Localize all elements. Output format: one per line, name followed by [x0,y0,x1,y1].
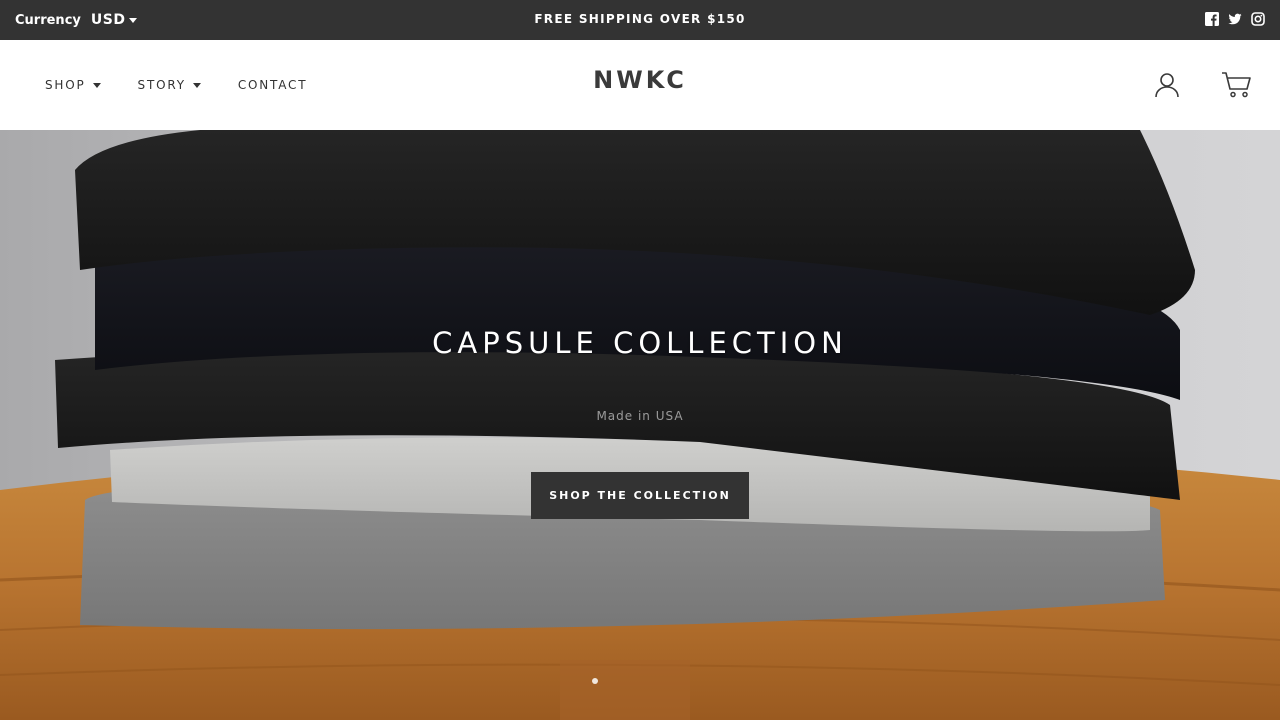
hero-image [0,130,1280,720]
hero-slideshow: CAPSULE COLLECTION Made in USA SHOP THE … [0,130,1280,720]
site-logo[interactable]: NWKC [0,66,1280,94]
hero-title: CAPSULE COLLECTION [432,326,848,360]
announcement-bar: Currency USD FREE SHIPPING OVER $150 [0,0,1280,40]
site-header: SHOP STORY CONTACT NWKC [0,40,1280,130]
twitter-icon[interactable] [1228,11,1242,25]
facebook-icon[interactable] [1205,11,1219,26]
cart-icon[interactable] [1221,71,1253,99]
instagram-icon[interactable] [1251,11,1265,26]
hero-subtitle: Made in USA [596,409,684,423]
social-links [1205,11,1265,26]
slide-indicator-dot[interactable] [592,678,598,684]
promo-message: FREE SHIPPING OVER $150 [534,12,746,26]
user-icon[interactable] [1153,71,1181,99]
shop-collection-button[interactable]: SHOP THE COLLECTION [531,472,749,519]
